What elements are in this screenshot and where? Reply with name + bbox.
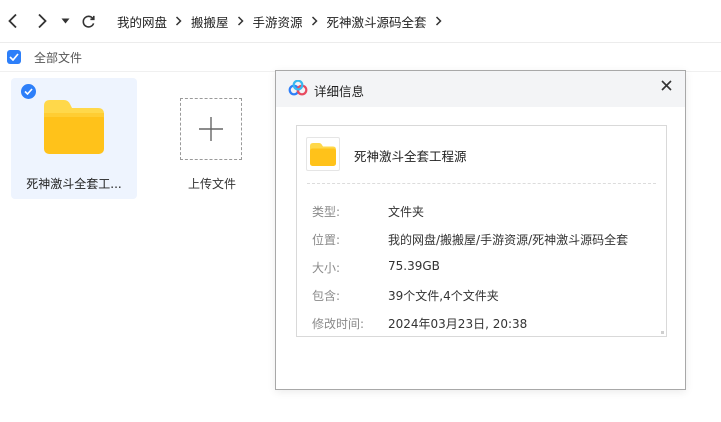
dialog-header: 详细信息 — [276, 71, 685, 107]
detail-label: 类型: — [312, 205, 341, 219]
refresh-icon — [82, 15, 95, 28]
select-all-label: 全部文件 — [34, 51, 83, 65]
scrollbar-marker[interactable] — [661, 331, 664, 334]
detail-value: 75.39GB — [388, 259, 440, 273]
chevron-right-icon — [237, 16, 244, 26]
breadcrumb: 我的网盘 搬搬屋 手游资源 死神激斗源码全套 — [117, 11, 451, 31]
toolbar: 我的网盘 搬搬屋 手游资源 死神激斗源码全套 — [0, 0, 721, 43]
plus-icon — [199, 117, 223, 141]
detail-label: 位置: — [312, 233, 341, 247]
close-icon — [660, 79, 672, 91]
detail-value: 39个文件,4个文件夹 — [388, 289, 499, 303]
chevron-right-icon — [435, 16, 442, 26]
detail-label: 包含: — [312, 289, 341, 303]
detail-label: 修改时间: — [312, 317, 365, 331]
dropdown-caret-icon — [61, 18, 69, 24]
divider — [307, 183, 656, 184]
close-button[interactable] — [657, 76, 675, 94]
details-card: 死神激斗全套工程源 类型: 文件夹 位置: 我的网盘/搬搬屋/手游资源/死神激斗… — [296, 125, 667, 337]
file-thumbnail — [306, 137, 340, 171]
checkmark-icon — [9, 53, 19, 61]
chevron-right-icon — [175, 16, 182, 26]
breadcrumb-item-banbanwu[interactable]: 搬搬屋 — [191, 12, 229, 31]
breadcrumb-item-my-drive[interactable]: 我的网盘 — [117, 12, 167, 31]
breadcrumb-item-current-folder[interactable]: 死神激斗源码全套 — [327, 12, 427, 31]
select-all-bar: 全部文件 — [0, 43, 721, 72]
dialog-title: 详细信息 — [314, 84, 365, 99]
upload-file-button[interactable] — [180, 98, 242, 160]
folder-item[interactable]: 死神激斗全套工... — [11, 78, 137, 199]
folder-icon — [310, 142, 336, 166]
forward-arrow-icon — [38, 13, 47, 29]
history-dropdown-button[interactable] — [55, 10, 75, 32]
chevron-right-icon — [311, 16, 318, 26]
details-file-name: 死神激斗全套工程源 — [354, 149, 467, 164]
upload-file-label: 上传文件 — [187, 177, 236, 191]
folder-icon — [44, 100, 104, 158]
item-selected-check[interactable] — [21, 84, 36, 99]
detail-label: 大小: — [312, 261, 341, 275]
folder-item-name: 死神激斗全套工... — [26, 177, 122, 191]
breadcrumb-item-mobile-game-resources[interactable]: 手游资源 — [253, 12, 303, 31]
detail-value: 2024年03月23日, 20:38 — [388, 317, 528, 331]
cloud-logo-icon — [288, 79, 308, 100]
details-dialog: 详细信息 死神激斗全套工程源 类型: 文件夹 位置: 我的网盘/搬搬屋/手游资源… — [275, 70, 686, 390]
back-arrow-icon — [8, 13, 17, 29]
refresh-button[interactable] — [77, 10, 99, 32]
forward-button[interactable] — [31, 10, 53, 32]
select-all-checkbox[interactable] — [7, 50, 21, 64]
back-button[interactable] — [2, 10, 24, 32]
detail-value: 我的网盘/搬搬屋/手游资源/死神激斗源码全套 — [388, 233, 629, 247]
file-manager-window: 我的网盘 搬搬屋 手游资源 死神激斗源码全套 全部文件 死神激斗全套工... 上… — [0, 0, 721, 422]
checkmark-icon — [24, 88, 33, 95]
detail-value: 文件夹 — [388, 205, 425, 219]
